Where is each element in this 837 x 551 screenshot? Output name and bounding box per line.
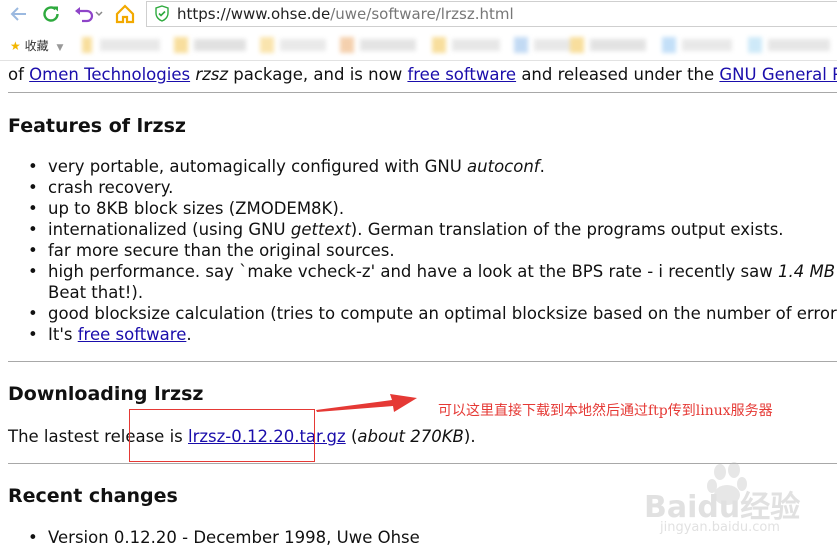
omen-link[interactable]: Omen Technologies [29, 65, 190, 84]
free-software-link-2[interactable]: free software [78, 325, 187, 344]
url-host: https://www.ohse.de [177, 5, 331, 23]
bookmark-label: 收藏 [24, 39, 49, 53]
list-item: good blocksize calculation (tries to com… [8, 303, 837, 324]
list-item: very portable, automagically configured … [8, 156, 837, 177]
blurred-bookmarks [82, 35, 837, 55]
secure-shield-icon [154, 5, 170, 26]
intro-paragraph: of Omen Technologies rzsz package, and i… [8, 65, 837, 84]
divider [8, 92, 837, 93]
annotation-text: 可以这里直接下载到本地然后通过ftp传到linux服务器 [438, 403, 773, 419]
home-icon[interactable] [114, 3, 136, 25]
intro-mid2: and released under the [516, 65, 720, 84]
browser-toolbar: https://www.ohse.de/uwe/software/lrzsz.h… [0, 0, 837, 28]
intro-prefix: of [8, 65, 30, 84]
list-item: far more secure than the original source… [8, 240, 837, 261]
list-item: crash recovery. [8, 177, 837, 198]
list-item: It's free software. [8, 324, 837, 345]
list-item: high performance. say `make vcheck-z' an… [8, 261, 837, 282]
recent-changes-heading: Recent changes [8, 485, 178, 507]
list-item-continuation: Beat that!). [48, 283, 144, 302]
gpl-link[interactable]: GNU General Public Li [719, 65, 837, 84]
refresh-icon[interactable] [40, 3, 62, 25]
divider [8, 361, 837, 362]
bookmark-favorites[interactable]: ★ 收藏 ▼ [10, 37, 63, 54]
annotation-highlight-box [129, 409, 315, 462]
list-item: internationalized (using GNU gettext). G… [8, 219, 837, 240]
url-path: /uwe/software/lrzsz.html [330, 5, 514, 23]
back-arrow-icon[interactable] [8, 3, 30, 25]
bookmarks-bar: ★ 收藏 ▼ [0, 32, 837, 61]
free-software-link[interactable]: free software [407, 65, 516, 84]
address-bar[interactable]: https://www.ohse.de/uwe/software/lrzsz.h… [146, 1, 837, 27]
star-icon: ★ [10, 39, 21, 53]
undo-history-icon[interactable] [72, 3, 104, 25]
url-text: https://www.ohse.de/uwe/software/lrzsz.h… [177, 5, 514, 23]
annotation-arrow [316, 394, 417, 412]
downloading-heading: Downloading lrzsz [8, 383, 204, 405]
features-heading: Features of lrzsz [8, 115, 186, 137]
baidu-watermark: Baidu经验 jingyan.baidu.com [642, 462, 832, 542]
rzsz-italic: rzsz [195, 65, 229, 84]
watermark-domain: jingyan.baidu.com [660, 520, 780, 535]
list-item: up to 8KB block sizes (ZMODEM8K). [8, 198, 837, 219]
features-list: very portable, automagically configured … [8, 156, 837, 345]
chevron-down-icon: ▼ [56, 43, 64, 53]
intro-mid1: package, and is now [228, 65, 408, 84]
